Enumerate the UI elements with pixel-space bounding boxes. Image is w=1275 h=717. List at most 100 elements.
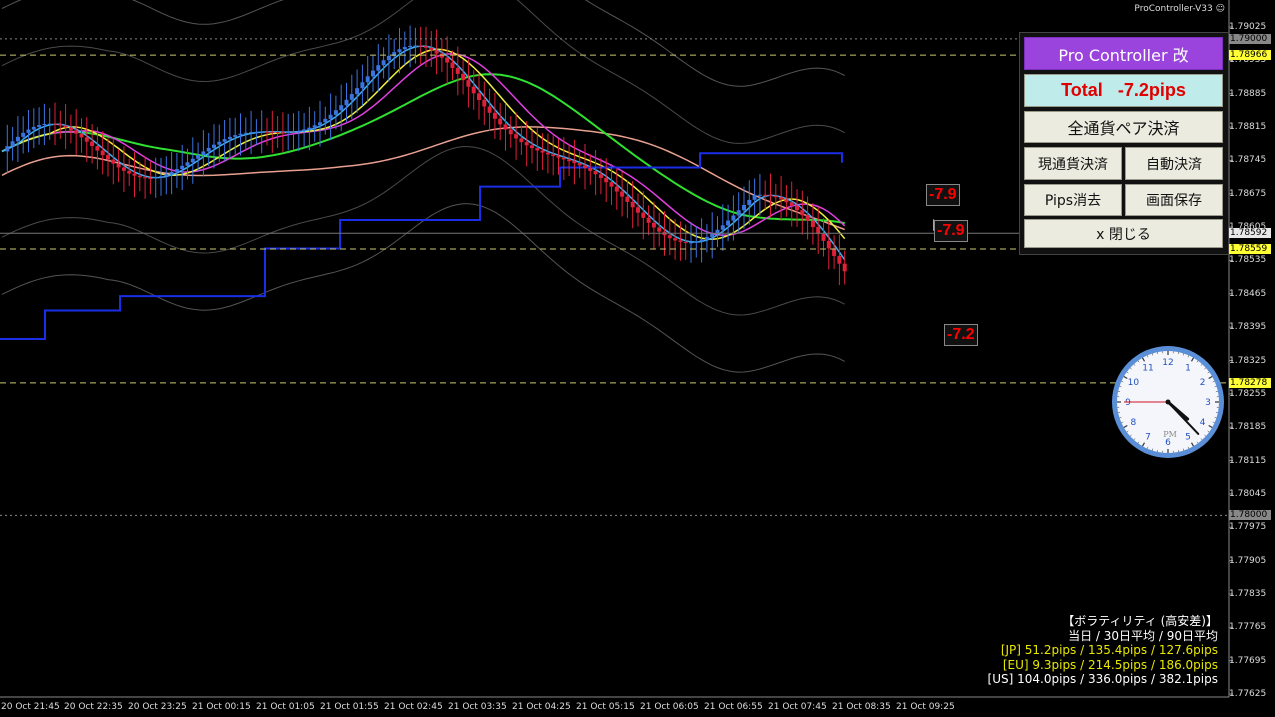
pip-label: -7.2	[944, 324, 978, 346]
price-tick: 1.78325	[1229, 355, 1267, 366]
candle-body	[333, 110, 338, 115]
clock-numeral: 11	[1142, 363, 1153, 373]
analog-clock: 123456789101112 PM	[1112, 346, 1224, 458]
candle-body	[153, 177, 158, 179]
candle-body	[376, 65, 381, 71]
price-tick: 1.78255	[1229, 388, 1267, 399]
candle-body	[763, 194, 768, 196]
candle-body	[540, 150, 545, 153]
candle-body	[455, 67, 460, 74]
candle-body	[381, 60, 386, 66]
close-current-pair-button[interactable]: 現通貨決済	[1024, 147, 1122, 180]
candle-body	[678, 240, 683, 242]
candle-body	[371, 70, 375, 77]
candle-body	[121, 167, 126, 171]
smiley-icon: ☺	[1215, 4, 1225, 14]
erase-pips-button[interactable]: Pips消去	[1024, 184, 1122, 216]
close-panel-button[interactable]: x 閉じる	[1024, 219, 1223, 248]
time-tick: 21 Oct 06:55	[704, 702, 763, 712]
time-tick: 21 Oct 01:05	[256, 702, 315, 712]
volatility-row: [US] 104.0pips / 336.0pips / 382.1pips	[987, 672, 1218, 686]
candle-body	[530, 145, 534, 149]
price-marker: 1.78000	[1229, 510, 1271, 521]
candle-body	[503, 124, 508, 130]
candle-body	[651, 222, 656, 228]
candle-body	[84, 137, 89, 142]
candle-body	[111, 159, 116, 164]
candle-body	[747, 199, 752, 205]
ma-green-line	[1, 73, 845, 225]
save-screen-button[interactable]: 画面保存	[1125, 184, 1223, 216]
band-mid-upper	[1, 0, 845, 144]
candlesticks	[5, 25, 847, 286]
candle-body	[667, 235, 672, 239]
candle-body	[768, 195, 773, 197]
candle-body	[710, 233, 715, 237]
candle-body	[487, 106, 492, 113]
total-pips-display: Total -7.2pips	[1024, 74, 1223, 107]
time-tick: 20 Oct 22:35	[64, 702, 123, 712]
candle-body	[757, 194, 762, 196]
candle-body	[752, 194, 757, 200]
bollinger-bands	[1, 0, 845, 373]
candle-body	[344, 99, 349, 106]
candle-body	[773, 195, 778, 198]
candle-body	[471, 86, 476, 94]
price-tick: 1.78395	[1229, 322, 1267, 333]
candle-body	[63, 125, 68, 128]
time-tick: 21 Oct 04:25	[512, 702, 571, 712]
time-tick: 21 Oct 05:15	[576, 702, 635, 712]
candle-body	[742, 204, 746, 211]
candle-body	[439, 53, 444, 58]
time-tick: 21 Oct 03:35	[448, 702, 507, 712]
time-tick: 20 Oct 21:45	[1, 702, 60, 712]
candle-body	[206, 147, 211, 152]
candle-body	[789, 202, 794, 206]
candle-body	[810, 220, 815, 228]
clock-numeral: 5	[1185, 433, 1191, 443]
price-tick: 1.77835	[1229, 588, 1267, 599]
candle-body	[148, 177, 153, 179]
candle-body	[837, 255, 842, 264]
auto-close-button[interactable]: 自動決済	[1125, 147, 1223, 180]
clock-numeral: 1	[1185, 363, 1191, 373]
candle-body	[222, 139, 227, 142]
ma-yellow-line	[1, 48, 846, 240]
clock-numeral: 10	[1128, 378, 1140, 388]
price-tick: 1.77905	[1229, 555, 1267, 566]
candle-body	[694, 241, 699, 243]
volatility-panel: 【ボラティリティ (高安差)】 当日 / 30日平均 / 90日平均 [JP] …	[988, 614, 1218, 687]
candle-body	[477, 93, 481, 100]
price-marker: 1.78559	[1229, 244, 1271, 255]
candle-body	[164, 174, 169, 177]
time-tick: 21 Oct 08:35	[832, 702, 891, 712]
candle-body	[498, 118, 503, 125]
candle-body	[450, 62, 455, 68]
candle-body	[508, 129, 513, 135]
time-tick: 21 Oct 09:25	[896, 702, 955, 712]
time-tick: 21 Oct 00:15	[192, 702, 251, 712]
candle-body	[238, 133, 243, 136]
candle-body	[561, 157, 566, 160]
candle-body	[233, 135, 238, 137]
candle-body	[291, 131, 296, 133]
price-marker: 1.78278	[1229, 377, 1271, 388]
candle-body	[201, 151, 206, 156]
candle-body	[657, 227, 662, 232]
candle-body	[10, 141, 15, 147]
clock-numeral: 6	[1165, 438, 1171, 448]
candle-body	[461, 73, 466, 81]
candle-body	[466, 80, 471, 87]
time-tick: 21 Oct 01:55	[320, 702, 379, 712]
candle-body	[339, 105, 344, 111]
candle-body	[482, 99, 487, 107]
candle-body	[614, 186, 619, 192]
price-tick: 1.78115	[1229, 455, 1267, 466]
candle-body	[95, 146, 100, 151]
candle-body	[726, 220, 731, 226]
time-tick: 20 Oct 23:25	[128, 702, 187, 712]
close-all-pairs-button[interactable]: 全通貨ペア決済	[1024, 111, 1223, 143]
panel-title-button[interactable]: Pro Controller 改	[1024, 37, 1223, 70]
candle-body	[492, 112, 497, 119]
price-tick: 1.77975	[1229, 522, 1267, 533]
